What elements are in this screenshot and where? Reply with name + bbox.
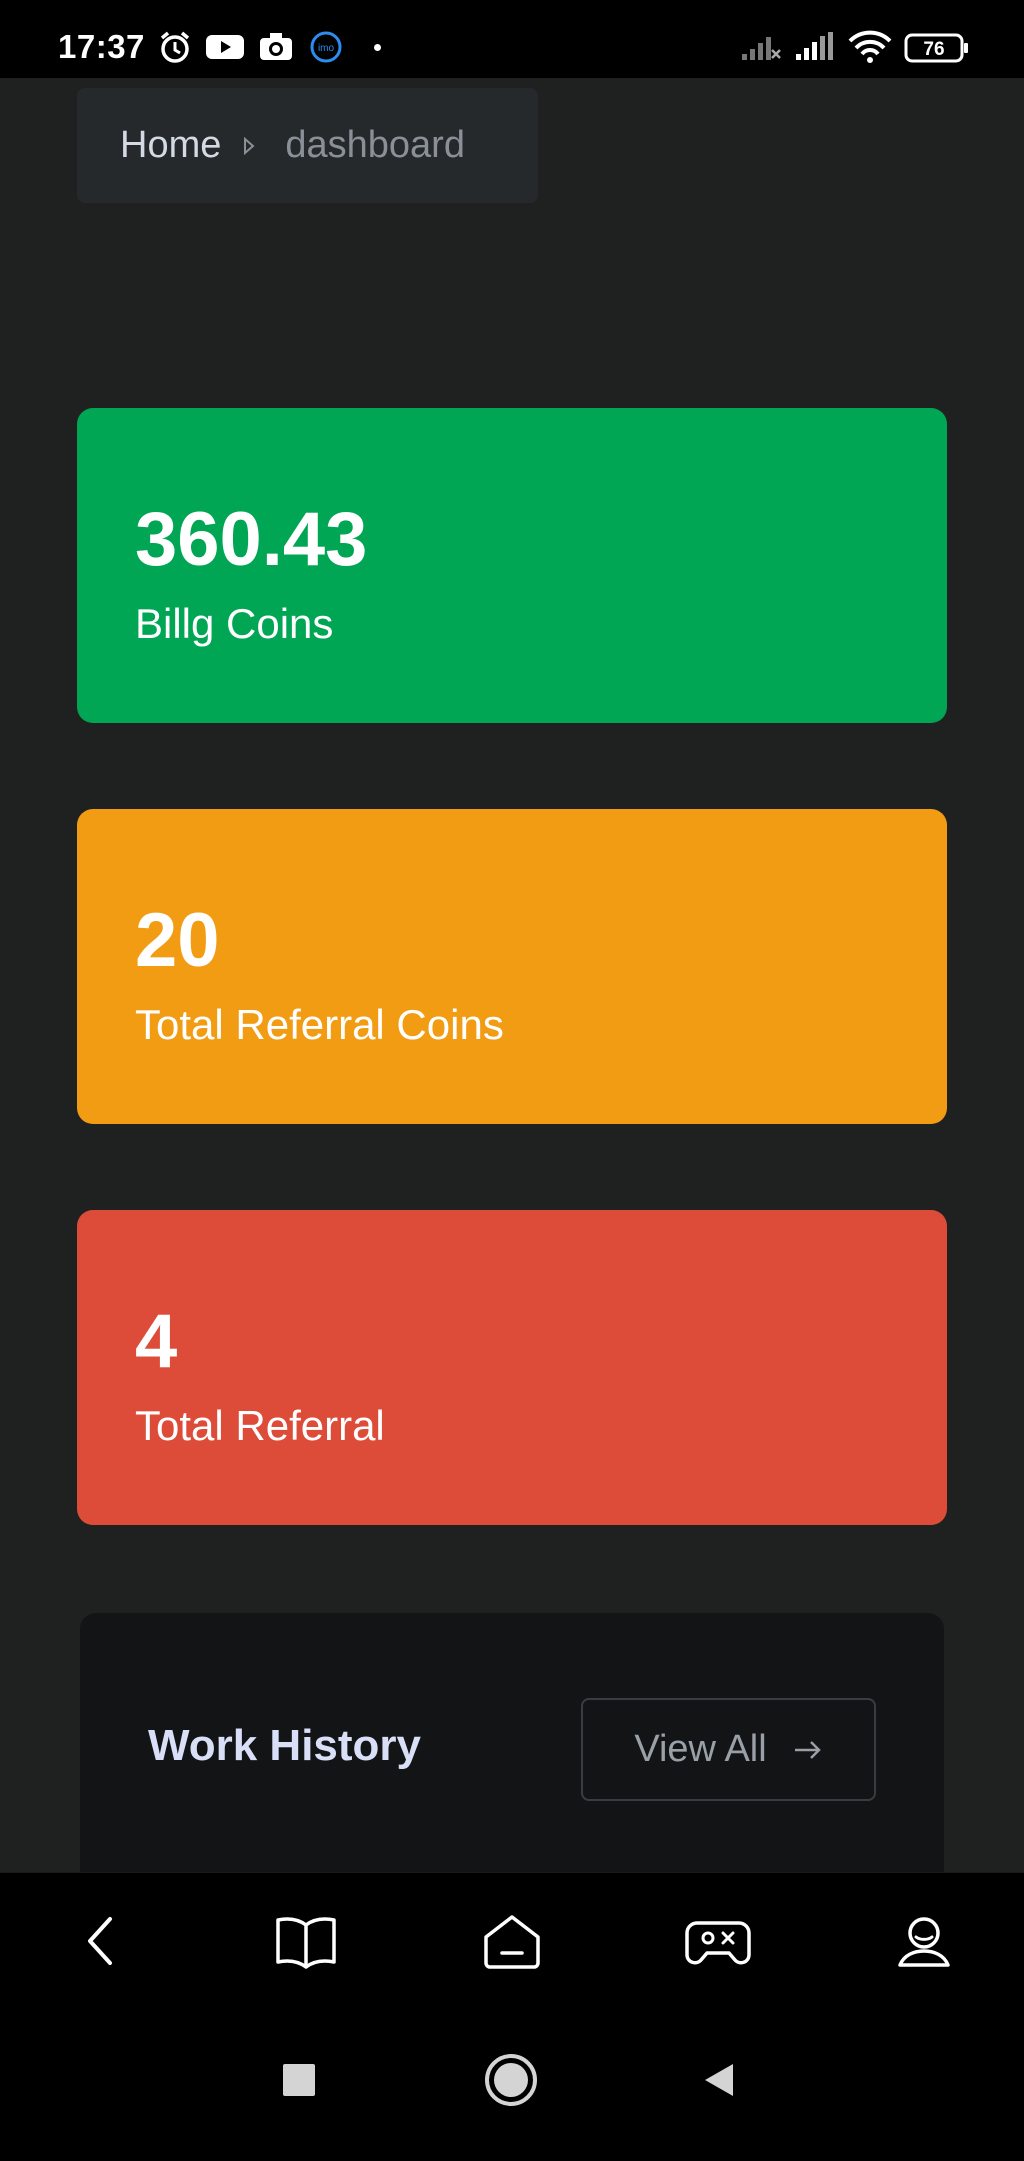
work-history-title: Work History bbox=[148, 1721, 422, 1770]
gamepad-icon[interactable] bbox=[678, 1901, 758, 1981]
back-triangle-icon[interactable] bbox=[684, 2045, 754, 2115]
home-circle-icon[interactable] bbox=[476, 2045, 546, 2115]
imo-icon: imo bbox=[308, 30, 344, 69]
home-icon[interactable] bbox=[472, 1901, 552, 1981]
signal-icon bbox=[794, 30, 834, 69]
signal-x-icon bbox=[740, 30, 782, 69]
status-bar: 17:37 imo 76 bbox=[0, 0, 1024, 78]
back-icon[interactable] bbox=[60, 1901, 140, 1981]
book-icon[interactable] bbox=[266, 1901, 346, 1981]
work-history-panel: Work History View All bbox=[80, 1613, 944, 1893]
billg-coins-card: 360.43 Billg Coins bbox=[77, 408, 947, 723]
recents-icon[interactable] bbox=[264, 2045, 334, 2115]
stat-label: Total Referral Coins bbox=[135, 1001, 504, 1048]
breadcrumb-current: dashboard bbox=[285, 124, 465, 166]
battery-level: 76 bbox=[923, 39, 944, 60]
profile-icon[interactable] bbox=[884, 1901, 964, 1981]
alarm-icon bbox=[158, 30, 192, 69]
breadcrumb-home-link[interactable]: Home bbox=[120, 124, 221, 167]
status-time: 17:37 bbox=[58, 28, 145, 65]
dashboard-content: Home dashboard 360.43 Billg Coins 20 Tot… bbox=[0, 78, 1024, 1893]
app-screen: 17:37 imo 76 Home dashboard 360.43 Billg… bbox=[0, 0, 1024, 2161]
stat-label: Billg Coins bbox=[135, 600, 334, 647]
wifi-icon bbox=[848, 30, 892, 69]
camera-icon bbox=[258, 30, 294, 69]
stat-value: 4 bbox=[135, 1299, 178, 1384]
stat-value: 360.43 bbox=[135, 497, 368, 582]
notification-dot bbox=[374, 44, 381, 51]
stat-label: Total Referral bbox=[135, 1402, 385, 1449]
breadcrumb: Home dashboard bbox=[77, 88, 538, 203]
chevron-right-icon bbox=[243, 136, 255, 155]
view-all-button[interactable]: View All bbox=[581, 1698, 876, 1801]
svg-text:imo: imo bbox=[318, 43, 335, 54]
arrow-right-icon bbox=[793, 1739, 823, 1761]
youtube-icon bbox=[205, 30, 245, 69]
referral-coins-card: 20 Total Referral Coins bbox=[77, 809, 947, 1124]
stat-value: 20 bbox=[135, 898, 220, 983]
view-all-label: View All bbox=[634, 1728, 767, 1770]
app-bottom-nav bbox=[0, 1872, 1024, 2012]
system-nav-bar bbox=[0, 2012, 1024, 2161]
battery-icon: 76 bbox=[904, 32, 970, 69]
total-referral-card: 4 Total Referral bbox=[77, 1210, 947, 1525]
